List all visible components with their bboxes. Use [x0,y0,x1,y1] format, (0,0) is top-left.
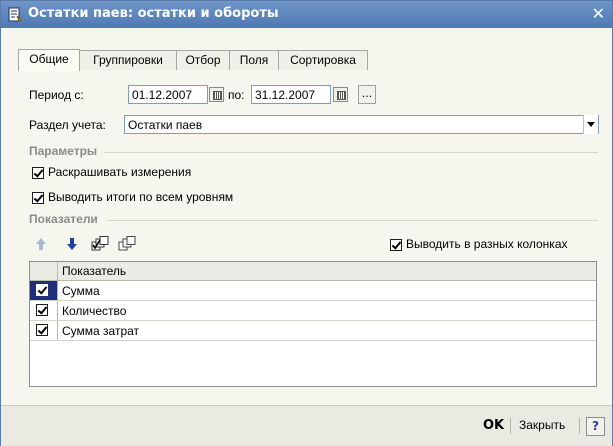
separate-columns-checkbox[interactable] [390,239,402,251]
indicators-heading: Показатели [29,212,98,226]
tab-fields[interactable]: Поля [229,50,279,70]
tab-general[interactable]: Общие [18,49,80,71]
params-divider [104,152,598,153]
row-checkbox[interactable] [36,284,48,296]
params-heading: Параметры [29,144,98,158]
table-header-indicator[interactable]: Показатель [62,264,126,278]
row-label: Сумма затрат [62,324,140,338]
expand-dimensions-label: Раскрашивать измерения [48,165,192,179]
row-label: Сумма [62,284,100,298]
indicators-divider [108,220,598,221]
arrow-down-icon[interactable] [65,236,79,252]
row-check-cell [30,321,58,340]
row-check-cell [30,301,58,320]
row-check-cell [30,281,58,300]
title-bar[interactable]: Остатки паев: остатки и обороты ✕ [1,1,612,28]
section-select-value: Остатки паев [128,118,203,132]
expand-dimensions-checkbox[interactable] [32,167,44,179]
table-header: Показатель [30,262,596,281]
section-label: Раздел учета: [29,118,106,132]
row-checkbox[interactable] [36,324,48,336]
footer-separator [510,418,511,434]
period-from-field[interactable]: 01.12.2007 [128,85,208,104]
table-header-check-column [30,262,58,280]
row-label: Количество [62,304,127,318]
totals-all-levels-checkbox[interactable] [32,192,44,204]
dialog-window: Остатки паев: остатки и обороты ✕ Общие … [0,0,613,446]
close-button[interactable]: Закрыть [519,418,565,432]
calendar-from-icon[interactable] [209,87,224,102]
separate-columns-label: Выводить в разных колонках [406,237,568,251]
indicators-table[interactable]: Показатель Сумма Количество Сумма затрат [29,261,597,387]
dialog-footer: OK Закрыть ? [1,405,612,446]
period-label: Период с: [29,88,84,102]
tab-sorting[interactable]: Сортировка [278,50,368,70]
arrow-up-icon[interactable] [34,236,48,252]
report-icon [8,7,22,22]
totals-all-levels-label: Выводить итоги по всем уровням [48,190,234,204]
check-all-icon[interactable] [91,236,109,252]
table-row[interactable]: Сумма [30,281,596,301]
help-button[interactable]: ? [586,417,605,436]
window-title: Остатки паев: остатки и обороты [28,6,279,21]
tab-filter[interactable]: Отбор [176,50,230,70]
chevron-down-icon[interactable] [583,115,598,134]
footer-separator [579,418,580,434]
period-to-label: по: [228,88,245,102]
period-select-button[interactable]: ... [358,85,376,104]
table-row[interactable]: Количество [30,301,596,321]
calendar-to-icon[interactable] [333,87,348,102]
row-checkbox[interactable] [36,304,48,316]
tab-grouping[interactable]: Группировки [79,50,177,70]
uncheck-all-icon[interactable] [118,236,136,252]
table-row[interactable]: Сумма затрат [30,321,596,341]
close-icon[interactable]: ✕ [592,4,605,23]
section-select[interactable]: Остатки паев [124,115,599,134]
ok-button[interactable]: OK [483,418,504,433]
period-to-field[interactable]: 31.12.2007 [251,85,331,104]
